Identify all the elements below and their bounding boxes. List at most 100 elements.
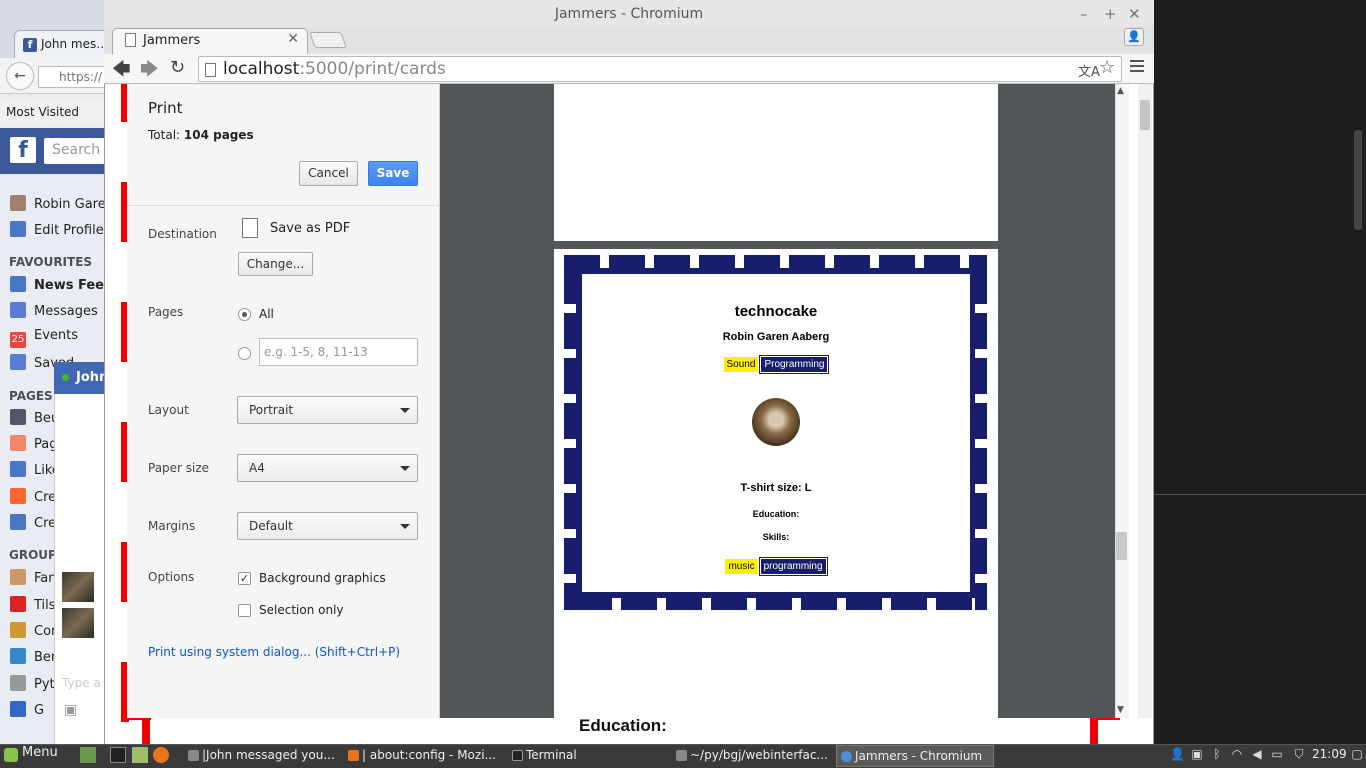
- avatar: [10, 195, 26, 211]
- fb-page-item[interactable]: Like: [10, 461, 60, 478]
- tab-jammers[interactable]: Jammers ✕: [112, 28, 308, 54]
- window-icon: [188, 750, 199, 761]
- desktop-scrollbar[interactable]: [1354, 130, 1362, 230]
- fb-group-item[interactable]: Pyt: [10, 675, 55, 692]
- fb-group-item[interactable]: G: [10, 701, 44, 718]
- preview-scrollbar[interactable]: [1115, 84, 1129, 718]
- fb-group-item[interactable]: Ben: [10, 648, 59, 665]
- fb-news-feed[interactable]: News Feed: [10, 276, 113, 293]
- facebook-search-input[interactable]: Search: [44, 138, 108, 164]
- taskbar-item[interactable]: Terminal: [508, 745, 664, 767]
- network-manager-icon[interactable]: ▣: [1190, 747, 1204, 761]
- print-title: Print: [148, 99, 183, 117]
- bookmark-star-icon[interactable]: ☆: [1099, 57, 1115, 78]
- show-desktop-icon[interactable]: [80, 747, 96, 763]
- url-path: :5000/print/cards: [299, 59, 446, 79]
- firefox-icon: [348, 750, 359, 761]
- options-label: Options: [148, 570, 195, 584]
- new-tab-button[interactable]: [309, 32, 347, 48]
- page-icon: [205, 63, 216, 77]
- minimize-icon[interactable]: –: [1080, 5, 1088, 23]
- bluetooth-icon[interactable]: ᛒ: [1210, 747, 1224, 761]
- layout-select[interactable]: Portrait: [237, 396, 418, 424]
- facebook-logo-icon[interactable]: f: [10, 137, 36, 163]
- user-icon[interactable]: 👤: [1170, 747, 1185, 761]
- scroll-down-icon[interactable]: ▼: [1117, 705, 1124, 715]
- destination-value: Save as PDF: [270, 221, 351, 236]
- tab-close-icon[interactable]: ✕: [287, 31, 299, 47]
- bookmark-icon: [10, 354, 26, 370]
- fb-edit-profile[interactable]: Edit Profile: [10, 221, 104, 238]
- files-launcher-icon[interactable]: [132, 747, 148, 763]
- paper-size-select[interactable]: A4: [237, 454, 418, 482]
- reload-icon[interactable]: ↻: [170, 57, 185, 78]
- firefox-launcher-icon[interactable]: [153, 747, 169, 763]
- notification-icon[interactable]: ▢: [1350, 747, 1364, 761]
- bookmarks-toolbar[interactable]: Most Visited: [0, 98, 104, 126]
- chat-panel[interactable]: [54, 394, 104, 744]
- profile-icon[interactable]: 👤: [1124, 28, 1144, 46]
- most-visited-label[interactable]: Most Visited: [6, 105, 79, 119]
- background-tab[interactable]: f John mes…: [14, 30, 110, 58]
- terminal-launcher-icon[interactable]: [110, 747, 126, 763]
- fb-profile-item[interactable]: Robin Garen: [10, 195, 114, 212]
- background-graphics-checkbox[interactable]: ✓: [238, 572, 251, 585]
- chat-photo-thumbnail[interactable]: [62, 572, 94, 602]
- tab-title: Jammers: [143, 33, 201, 48]
- taskbar-item[interactable]: | about:config - Mozi...: [344, 745, 500, 767]
- card-skills-label: Skills:: [762, 532, 790, 542]
- fb-page-item[interactable]: Pag: [10, 435, 57, 452]
- pencil-icon: [10, 221, 26, 237]
- pages-range-radio[interactable]: [238, 347, 251, 360]
- card-nickname: technocake: [734, 303, 818, 320]
- address-bar[interactable]: localhost:5000/print/cards: [198, 56, 1122, 82]
- layout-label: Layout: [148, 403, 189, 417]
- chat-header[interactable]: John: [54, 362, 108, 394]
- fb-group-item[interactable]: Con: [10, 622, 59, 639]
- save-button[interactable]: Save: [368, 161, 418, 186]
- selection-only-checkbox[interactable]: [238, 604, 251, 617]
- preview-scroll-thumb[interactable]: [1116, 532, 1127, 560]
- fb-group-item[interactable]: Fan: [10, 569, 57, 586]
- shield-icon[interactable]: ⛉: [1292, 747, 1306, 761]
- page-scroll-thumb[interactable]: [1140, 100, 1150, 130]
- pages-header: PAGES: [9, 389, 53, 403]
- background-back-button[interactable]: ←: [6, 62, 34, 90]
- taskbar-item-active[interactable]: Jammers - Chromium: [836, 745, 994, 767]
- taskbar-item[interactable]: |John messaged you...: [184, 745, 340, 767]
- margins-label: Margins: [148, 519, 196, 533]
- system-dialog-link[interactable]: Print using system dialog... (Shift+Ctrl…: [148, 645, 400, 659]
- margins-select[interactable]: Default: [237, 512, 418, 540]
- fb-page-item[interactable]: Cre: [10, 514, 56, 531]
- change-destination-button[interactable]: Change...: [238, 252, 313, 276]
- maximize-icon[interactable]: +: [1104, 5, 1117, 23]
- wifi-icon[interactable]: ◠: [1230, 747, 1244, 761]
- print-total: Total: 104 pages: [148, 128, 254, 142]
- fb-events[interactable]: 25 Events: [10, 328, 78, 348]
- cancel-button[interactable]: Cancel: [299, 161, 358, 186]
- taskbar-item[interactable]: ~/py/bgj/webinterfac...: [672, 745, 828, 767]
- scroll-up-icon[interactable]: ▲: [1117, 86, 1124, 96]
- favourites-header: FAVOURITES: [9, 255, 93, 269]
- pages-range-input[interactable]: e.g. 1-5, 8, 11-13: [259, 338, 418, 366]
- card-border-left: [564, 268, 576, 598]
- volume-icon[interactable]: ◀: [1250, 747, 1264, 761]
- menu-icon[interactable]: [1130, 60, 1144, 74]
- forward-icon[interactable]: 🡆: [140, 57, 159, 87]
- translate-icon[interactable]: 文A: [1078, 61, 1100, 80]
- fb-page-item[interactable]: Cre: [10, 488, 56, 505]
- chat-photo-thumbnail[interactable]: [62, 608, 94, 638]
- start-menu-button[interactable]: Menu: [4, 745, 58, 762]
- back-icon[interactable]: 🡄: [112, 57, 131, 87]
- close-icon[interactable]: ✕: [1128, 5, 1141, 23]
- terminal-icon: [512, 750, 523, 761]
- chat-input[interactable]: Type a: [62, 676, 101, 690]
- pages-all-radio[interactable]: [238, 308, 251, 321]
- fb-page-item[interactable]: Beu: [10, 409, 59, 426]
- fb-group-item[interactable]: Tils: [10, 596, 56, 613]
- editor-icon: [676, 750, 687, 761]
- camera-icon[interactable]: ▣: [64, 702, 77, 718]
- battery-icon[interactable]: ▭: [1270, 747, 1284, 761]
- page-scrollbar[interactable]: [1138, 84, 1152, 718]
- fb-messages[interactable]: Messages: [10, 302, 98, 319]
